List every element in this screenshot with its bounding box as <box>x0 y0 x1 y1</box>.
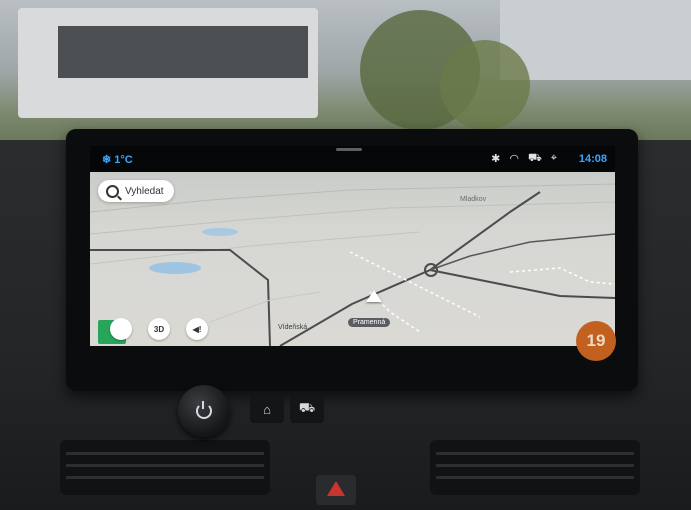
sound-button[interactable]: ◀! <box>186 318 208 340</box>
air-vent <box>430 440 640 495</box>
speed-limit-badge: 19 <box>576 321 616 361</box>
power-volume-knob[interactable] <box>178 385 230 437</box>
map-label-street: Vídeňská <box>278 324 308 331</box>
tree <box>440 40 530 130</box>
status-bar: ❄ 1°C ✱ ◠ ⛟ ⌖ 14:08 <box>90 146 615 172</box>
home-icon: ⌂ <box>263 401 271 417</box>
search-icon <box>106 184 119 198</box>
air-vent <box>60 440 270 495</box>
car-icon: ⛟ <box>298 400 316 415</box>
infotainment-screen: ❄ 1°C ✱ ◠ ⛟ ⌖ 14:08 Vyhledat Mladkov Víd… <box>90 146 615 346</box>
location-icon: ⌖ <box>550 152 557 164</box>
outside-temperature: ❄ 1°C <box>102 154 133 166</box>
map-label-mladkov: Mladkov <box>460 196 487 203</box>
search-bar[interactable]: Vyhledat <box>98 180 174 202</box>
car-interior-photo: ❄ 1°C ✱ ◠ ⛟ ⌖ 14:08 Vyhledat Mladkov Víd… <box>0 0 691 510</box>
power-icon <box>196 401 212 419</box>
van-window <box>58 26 308 78</box>
parked-van <box>18 8 318 118</box>
home-button[interactable]: ⌂ <box>250 395 284 423</box>
bluetooth-icon: ✱ <box>491 153 501 165</box>
search-placeholder: Vyhledat <box>125 185 164 197</box>
navigation-map[interactable]: Vyhledat Mladkov Vídeňská 3D ◀! Pramenná <box>90 172 615 346</box>
hazard-icon <box>327 481 345 496</box>
current-street-label: Pramenná <box>348 318 391 327</box>
pull-down-handle[interactable] <box>336 148 362 151</box>
hazard-button[interactable] <box>316 475 356 505</box>
vehicle-position-icon <box>366 290 382 302</box>
compass-button[interactable] <box>110 318 132 340</box>
car-settings-button[interactable]: ⛟ <box>290 395 324 423</box>
sky <box>500 0 691 80</box>
clock: 14:08 <box>578 153 607 165</box>
wifi-icon: ◠ <box>509 153 519 165</box>
status-icons: ✱ ◠ ⛟ ⌖ <box>491 152 557 166</box>
view-3d-button[interactable]: 3D <box>148 318 170 340</box>
car-icon: ⛟ <box>527 152 542 164</box>
